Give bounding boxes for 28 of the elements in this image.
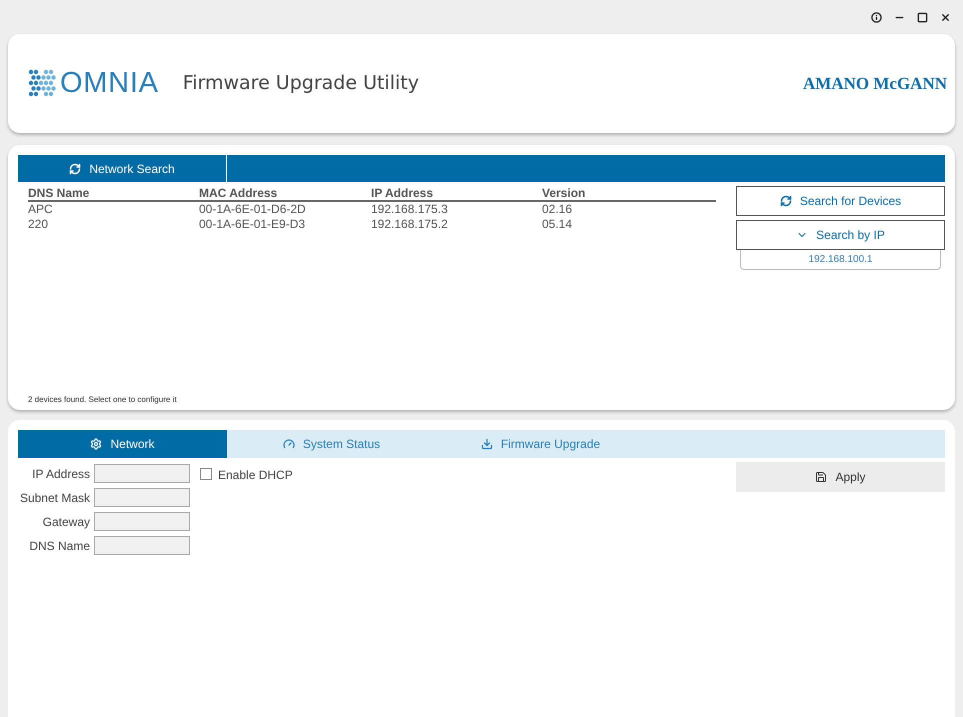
column-header: Version — [542, 186, 586, 200]
table-cell-text: 02.16 — [542, 202, 574, 217]
table-cell-text: 192.168.175.3 — [371, 202, 449, 217]
table-cell-text: 00-1A-6E-01-D6-2D — [199, 202, 307, 217]
field-label: DNS Name — [28, 538, 90, 554]
apply-button[interactable]: Apply — [736, 462, 945, 492]
checkbox-label: Enable DHCP — [218, 467, 293, 484]
config-tab[interactable]: Firmware Upgrade — [436, 430, 645, 458]
field-label: Gateway — [42, 514, 90, 530]
config-tab[interactable]: System Status — [227, 430, 436, 458]
status-text: 2 devices found. Select one to configure it — [28, 394, 178, 406]
field-label: IP Address — [31, 466, 90, 482]
table-cell-text: 220 — [28, 217, 50, 232]
app-title: Firmware Upgrade Utility — [182, 71, 419, 96]
search-by-ip-button[interactable]: Search by IP — [736, 220, 945, 250]
table-cell-text: 05.14 — [542, 217, 574, 232]
column-header: IP Address — [371, 186, 434, 200]
ip-input-field[interactable]: 192.168.100.1 — [740, 250, 941, 270]
column-header: MAC Address — [199, 186, 278, 200]
config-tab[interactable]: Network — [18, 430, 227, 458]
column-header: DNS Name — [28, 186, 90, 200]
logo-text: OMNIA — [60, 66, 159, 101]
table-cell-text: 192.168.175.2 — [371, 217, 449, 232]
search-devices-button[interactable]: Search for Devices — [736, 186, 945, 216]
brand-logo: AMANO McGANN — [803, 72, 947, 95]
field-label: Subnet Mask — [18, 490, 90, 506]
table-cell-text: 00-1A-6E-01-E9-D3 — [199, 217, 306, 232]
table-cell-text: APC — [28, 202, 54, 217]
